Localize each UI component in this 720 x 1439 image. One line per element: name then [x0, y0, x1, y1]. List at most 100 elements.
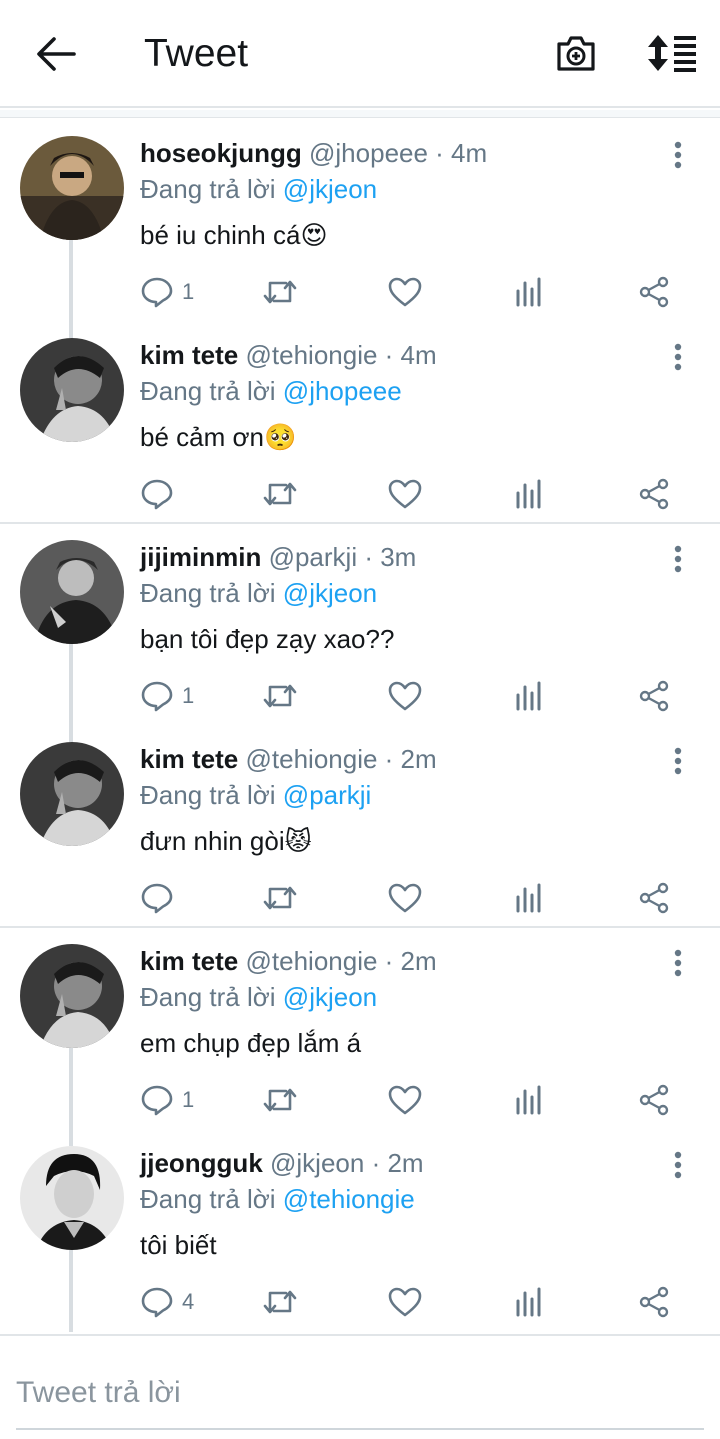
analytics-button[interactable]	[514, 1082, 544, 1118]
bar-chart-icon	[516, 1085, 541, 1115]
like-button[interactable]	[388, 476, 422, 512]
avatar[interactable]	[20, 338, 124, 442]
thread-line	[69, 644, 73, 726]
retweet-button[interactable]	[262, 274, 298, 310]
reply-button[interactable]: 1	[140, 678, 194, 714]
display-name[interactable]: jijiminmin	[140, 542, 261, 572]
bar-chart-icon	[516, 277, 541, 307]
reply-button[interactable]	[140, 476, 182, 512]
comment-icon	[141, 1287, 173, 1318]
more-options-button[interactable]	[664, 342, 692, 372]
retweet-icon	[263, 482, 297, 506]
like-button[interactable]	[388, 678, 422, 714]
thread-line	[69, 1048, 73, 1130]
share-icon	[639, 478, 669, 510]
share-button[interactable]	[638, 1284, 670, 1320]
retweet-button[interactable]	[262, 476, 298, 512]
reply-button[interactable]: 1	[140, 274, 194, 310]
retweet-button[interactable]	[262, 678, 298, 714]
thread-line	[69, 240, 73, 322]
reply-input[interactable]	[16, 1358, 704, 1430]
share-button[interactable]	[638, 880, 670, 916]
tweet-text: em chụp đẹp lắm á	[140, 1028, 362, 1058]
tweet-item[interactable]: hoseokjungg @jhopeee · 4m Đang trả lời @…	[0, 120, 720, 322]
mention-link[interactable]: @jhopeee	[283, 376, 402, 406]
retweet-icon	[263, 1088, 297, 1112]
handle-time: @tehiongie · 2m	[245, 744, 437, 774]
like-button[interactable]	[388, 880, 422, 916]
tweet-actions	[140, 476, 700, 512]
retweet-button[interactable]	[262, 1082, 298, 1118]
mention-link[interactable]: @parkji	[283, 780, 372, 810]
share-button[interactable]	[638, 678, 670, 714]
mention-link[interactable]: @jkjeon	[283, 982, 377, 1012]
tweet-header: hoseokjungg @jhopeee · 4m	[140, 136, 487, 170]
more-options-button[interactable]	[664, 746, 692, 776]
arrow-left-icon	[37, 37, 76, 71]
display-name[interactable]: jjeongguk	[140, 1148, 263, 1178]
replying-to-label: Đang trả lời	[140, 1184, 276, 1214]
mention-link[interactable]: @jkjeon	[283, 174, 377, 204]
retweet-button[interactable]	[262, 1284, 298, 1320]
retweet-icon	[263, 886, 297, 910]
tweet-text: bé cảm ơn🥺	[140, 422, 297, 452]
tweet-item[interactable]: jjeongguk @jkjeon · 2m Đang trả lời @teh…	[0, 1130, 720, 1332]
back-button[interactable]	[30, 30, 82, 78]
share-button[interactable]	[638, 274, 670, 310]
bar-chart-icon	[516, 681, 541, 711]
tweet-item[interactable]: kim tete @tehiongie · 2m Đang trả lời @j…	[0, 928, 720, 1130]
share-icon	[639, 680, 669, 712]
heart-icon	[388, 1287, 422, 1317]
more-vertical-icon	[674, 1151, 682, 1179]
more-vertical-icon	[674, 545, 682, 573]
avatar[interactable]	[20, 742, 124, 846]
more-options-button[interactable]	[664, 544, 692, 574]
more-options-button[interactable]	[664, 140, 692, 170]
analytics-button[interactable]	[514, 880, 544, 916]
analytics-button[interactable]	[514, 274, 544, 310]
more-vertical-icon	[674, 747, 682, 775]
avatar[interactable]	[20, 136, 124, 240]
page-title: Tweet	[144, 32, 249, 75]
like-button[interactable]	[388, 1082, 422, 1118]
handle-time: @jkjeon · 2m	[270, 1148, 424, 1178]
analytics-button[interactable]	[514, 1284, 544, 1320]
avatar[interactable]	[20, 944, 124, 1048]
share-button[interactable]	[638, 1082, 670, 1118]
more-options-button[interactable]	[664, 948, 692, 978]
tweet-item[interactable]: jijiminmin @parkji · 3m Đang trả lời @jk…	[0, 524, 720, 726]
comment-icon	[141, 681, 173, 712]
sort-list-icon	[648, 35, 696, 72]
heart-icon	[388, 277, 422, 307]
mention-link[interactable]: @jkjeon	[283, 578, 377, 608]
avatar[interactable]	[20, 540, 124, 644]
display-name[interactable]: kim tete	[140, 744, 238, 774]
analytics-button[interactable]	[514, 678, 544, 714]
mention-link[interactable]: @tehiongie	[283, 1184, 415, 1214]
reply-button[interactable]: 4	[140, 1284, 194, 1320]
tweet-actions: 1	[140, 678, 700, 714]
reply-button[interactable]	[140, 880, 182, 916]
reply-button[interactable]: 1	[140, 1082, 194, 1118]
display-name[interactable]: kim tete	[140, 946, 238, 976]
avatar[interactable]	[20, 1146, 124, 1250]
reply-composer	[0, 1334, 720, 1439]
bar-chart-icon	[516, 883, 541, 913]
share-button[interactable]	[638, 476, 670, 512]
analytics-button[interactable]	[514, 476, 544, 512]
tweet-item[interactable]: kim tete @tehiongie · 4m Đang trả lời @j…	[0, 322, 720, 524]
sort-button[interactable]	[644, 30, 700, 76]
retweet-button[interactable]	[262, 880, 298, 916]
display-name[interactable]: hoseokjungg	[140, 138, 302, 168]
replying-to-label: Đang trả lời	[140, 780, 276, 810]
camera-button[interactable]	[552, 30, 600, 76]
like-button[interactable]	[388, 274, 422, 310]
comment-icon	[141, 277, 173, 308]
replying-to: Đang trả lời @jkjeon	[140, 980, 377, 1014]
display-name[interactable]: kim tete	[140, 340, 238, 370]
share-icon	[639, 276, 669, 308]
like-button[interactable]	[388, 1284, 422, 1320]
tweet-item[interactable]: kim tete @tehiongie · 2m Đang trả lời @p…	[0, 726, 720, 928]
tweet-actions: 1	[140, 274, 700, 310]
more-options-button[interactable]	[664, 1150, 692, 1180]
